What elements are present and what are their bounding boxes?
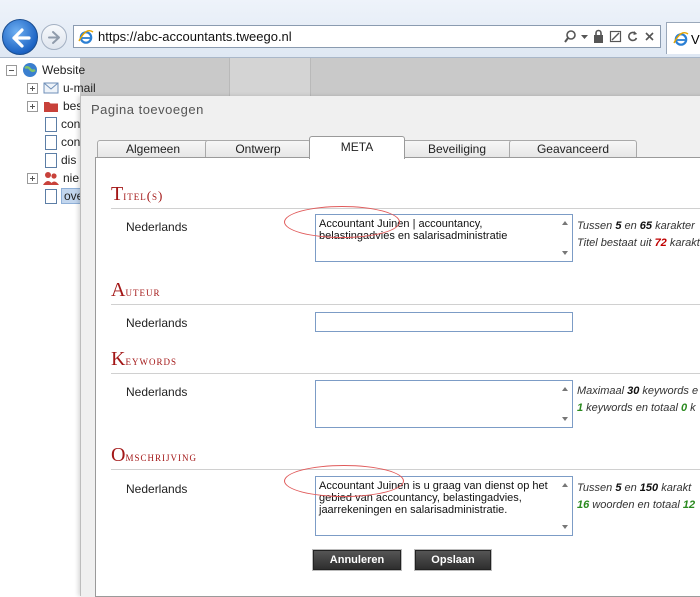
collapse-toggle-icon[interactable]	[6, 64, 17, 76]
highlight-annotation	[284, 206, 400, 238]
textarea-scrollbar[interactable]	[559, 216, 571, 260]
section-title-auteur: Auteur	[111, 279, 161, 301]
tree-label: dis	[61, 153, 77, 167]
tree-item[interactable]: con	[21, 115, 80, 133]
scroll-down-icon[interactable]	[562, 251, 568, 255]
dialog-tabs: Algemeen Ontwerp META Beveiliging Geavan…	[97, 136, 700, 159]
tree-label: con	[61, 135, 81, 149]
keywords-count-hint: 1 keywords en totaal 0 k	[577, 402, 696, 414]
tree-label: nie	[63, 171, 80, 185]
language-label: Nederlands	[126, 385, 188, 399]
dialog-title: Pagina toevoegen	[91, 102, 204, 117]
divider	[111, 469, 700, 470]
tree-item[interactable]: nie	[21, 169, 79, 187]
author-input[interactable]	[315, 312, 573, 332]
browser-tab[interactable]: V	[666, 22, 700, 54]
scroll-down-icon[interactable]	[562, 525, 568, 529]
add-page-dialog: Pagina toevoegen Algemeen Ontwerp META B…	[80, 96, 700, 597]
back-button[interactable]	[2, 19, 38, 55]
title-count-hint: Titel bestaat uit 72 karakt	[577, 237, 700, 249]
textarea-scrollbar[interactable]	[559, 478, 571, 534]
ie-page-icon	[78, 29, 94, 44]
address-text: https://abc-accountants.tweego.nl	[98, 29, 292, 44]
description-length-hint: Tussen 5 en 150 karakt	[577, 482, 692, 494]
tree-label: con	[61, 117, 81, 131]
tree-item[interactable]: u-mail	[21, 79, 96, 97]
save-button[interactable]: Opslaan	[415, 550, 491, 570]
language-label: Nederlands	[126, 220, 188, 234]
expand-toggle-icon[interactable]	[27, 82, 38, 94]
divider	[111, 304, 700, 305]
keywords-textarea[interactable]	[315, 380, 573, 428]
description-count-hint: 16 woorden en totaal 12	[577, 499, 696, 511]
expand-toggle-icon[interactable]	[27, 100, 38, 112]
page-icon	[45, 152, 57, 168]
page-icon	[45, 116, 57, 132]
scroll-down-icon[interactable]	[562, 417, 568, 421]
scroll-up-icon[interactable]	[562, 483, 568, 487]
section-title-keywords: Keywords	[111, 348, 177, 370]
tree-item-website[interactable]: Website	[0, 61, 85, 79]
dropdown-icon[interactable]	[581, 28, 588, 45]
close-icon[interactable]	[643, 28, 656, 45]
tree-item[interactable]: con	[21, 133, 80, 151]
people-icon	[43, 170, 59, 186]
search-icon[interactable]	[564, 28, 577, 45]
refresh-icon[interactable]	[626, 28, 639, 45]
divider	[111, 373, 700, 374]
browser-tab-label: V	[691, 32, 700, 47]
scroll-up-icon[interactable]	[562, 221, 568, 225]
textarea-scrollbar[interactable]	[559, 382, 571, 426]
forward-button[interactable]	[41, 24, 67, 50]
tree-item-selected[interactable]: ove	[21, 187, 87, 205]
tree-label: Website	[42, 63, 86, 77]
globe-icon	[22, 62, 38, 78]
cancel-button[interactable]: Annuleren	[313, 550, 401, 570]
compatibility-icon[interactable]	[609, 28, 622, 45]
arrow-left-icon	[12, 28, 31, 48]
expand-toggle-icon[interactable]	[27, 172, 38, 184]
section-title-omschrijving: Omschrijving	[111, 444, 197, 466]
meta-tab-panel: Titel(s) Nederlands Accountant Juinen | …	[95, 157, 700, 597]
language-label: Nederlands	[126, 482, 188, 496]
divider	[111, 208, 700, 209]
ie-tab-icon	[673, 31, 689, 46]
title-length-hint: Tussen 5 en 65 karakter	[577, 220, 695, 232]
tree-label: u-mail	[63, 81, 96, 95]
address-bar[interactable]: https://abc-accountants.tweego.nl	[73, 25, 661, 48]
language-label: Nederlands	[126, 316, 188, 330]
tree-item[interactable]: bes	[21, 97, 82, 115]
scroll-up-icon[interactable]	[562, 387, 568, 391]
arrow-right-icon	[48, 31, 60, 44]
tab-meta[interactable]: META	[309, 136, 405, 159]
section-title-titel: Titel(s)	[111, 183, 164, 205]
highlight-annotation	[284, 465, 404, 497]
browser-toolbar: https://abc-accountants.tweego.nl V	[0, 0, 700, 58]
page-icon	[45, 134, 57, 150]
tree-item[interactable]: dis	[21, 151, 76, 169]
mail-icon	[43, 80, 59, 96]
page-icon	[45, 188, 57, 204]
keywords-max-hint: Maximaal 30 keywords e	[577, 385, 699, 397]
lock-icon[interactable]	[592, 28, 605, 45]
folder-icon	[43, 98, 59, 114]
background-column	[229, 58, 311, 98]
